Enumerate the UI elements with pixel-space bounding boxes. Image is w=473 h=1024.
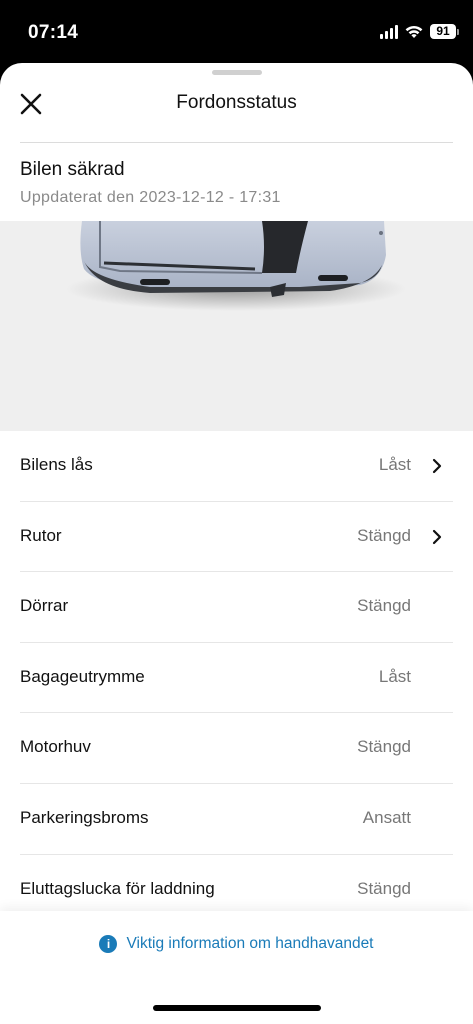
status-icons: 91 xyxy=(380,24,459,39)
status-row-doors: Dörrar Stängd xyxy=(20,572,453,643)
row-label: Parkeringsbroms xyxy=(20,807,149,827)
battery-icon: 91 xyxy=(430,24,459,39)
cellular-signal-icon xyxy=(380,24,398,39)
car-image-area xyxy=(0,221,473,431)
home-indicator[interactable] xyxy=(153,1005,321,1011)
row-label: Rutor xyxy=(20,525,62,545)
info-link-text: Viktig information om handhavandet xyxy=(126,935,374,952)
row-value: Stängd xyxy=(357,737,411,757)
row-value: Låst xyxy=(378,666,411,686)
sheet-grabber[interactable] xyxy=(212,70,262,75)
row-label: Bilens lås xyxy=(20,455,93,474)
status-bar: 07:14 91 xyxy=(0,0,473,64)
status-list: Bilens lås Låst Rutor Stängd Dörrar Stän… xyxy=(0,431,473,925)
row-label: Dörrar xyxy=(20,596,69,616)
status-row-parking-brake: Parkeringsbroms Ansatt xyxy=(20,784,453,855)
important-info-link[interactable]: i Viktig information om handhavandet xyxy=(0,935,473,953)
row-value: Låst xyxy=(378,455,411,474)
last-updated-text: Uppdaterat den 2023-12-12 - 17:31 xyxy=(20,189,281,206)
row-value: Stängd xyxy=(357,525,411,545)
row-label: Motorhuv xyxy=(20,737,91,757)
security-summary-title: Bilen säkrad xyxy=(20,159,125,180)
row-label: Bagageutrymme xyxy=(20,666,145,686)
info-icon: i xyxy=(99,935,118,953)
status-row-trunk: Bagageutrymme Låst xyxy=(20,643,453,714)
row-value: Ansatt xyxy=(362,807,411,827)
status-row-car-lock[interactable]: Bilens lås Låst xyxy=(20,431,453,502)
status-row-hood: Motorhuv Stängd xyxy=(20,713,453,784)
vehicle-status-sheet: Fordonsstatus Bilen säkrad Uppdaterat de… xyxy=(0,63,473,1024)
status-time: 07:14 xyxy=(28,22,79,43)
status-row-windows[interactable]: Rutor Stängd xyxy=(20,502,453,573)
page-title: Fordonsstatus xyxy=(176,92,297,113)
chevron-right-icon xyxy=(432,458,442,474)
row-value: Stängd xyxy=(357,596,411,616)
row-label: Eluttagslucka för laddning xyxy=(20,878,215,898)
wifi-icon xyxy=(405,25,423,38)
car-top-view-image xyxy=(66,221,406,311)
footer: i Viktig information om handhavandet xyxy=(0,911,473,1024)
header-divider xyxy=(20,142,453,143)
battery-level: 91 xyxy=(430,24,456,39)
chevron-right-icon xyxy=(432,529,442,544)
row-value: Stängd xyxy=(357,878,411,898)
